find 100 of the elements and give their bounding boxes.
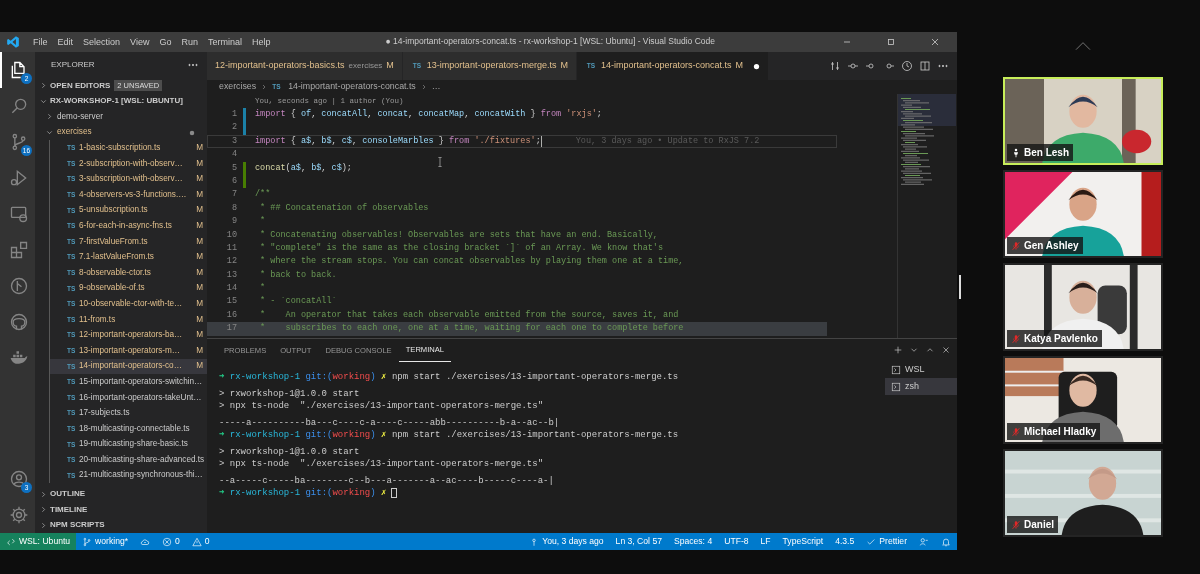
git-status: M [196, 313, 203, 326]
menu-item[interactable]: View [125, 32, 155, 52]
file-name: 11-from.ts [79, 313, 117, 326]
section-header[interactable]: NPM SCRIPTS [50, 519, 105, 532]
status-item[interactable]: TypeScript [776, 533, 830, 550]
code-text: import { a$, b$, c$, consoleMarbles } from './fixtures'; [255, 134, 541, 148]
code-text: * An operator that takes each observable emitted from the source, saves it, and [259, 308, 679, 322]
history-icon[interactable] [901, 60, 913, 72]
status-item[interactable]: Spaces: 4 [667, 533, 719, 550]
code-text: * [259, 282, 266, 296]
file-name: 4-observers-vs-3-functions.… [79, 188, 188, 201]
extensions-icon[interactable] [8, 240, 29, 260]
commit-icon[interactable] [847, 60, 859, 72]
line-number: 3 [230, 134, 238, 148]
close-icon[interactable] [941, 344, 951, 355]
breadcrumb-item[interactable]: exercises [219, 80, 257, 94]
git-status: M [196, 220, 203, 232]
breadcrumb-item[interactable]: … [431, 80, 441, 94]
line-number: 2 [230, 121, 238, 135]
git-status: M [735, 59, 743, 73]
run-debug-icon[interactable] [8, 168, 29, 188]
terminal-item[interactable]: zsh [885, 378, 957, 395]
folder-name[interactable]: exercises [57, 126, 189, 139]
section-header[interactable]: TIMELINE [50, 503, 88, 516]
line-number: 1 [230, 108, 238, 121]
warning-icon [191, 536, 202, 547]
editor-tab[interactable]: 12-important-operators-basics.ts exercises M [207, 52, 403, 80]
status-item[interactable]: 0 [185, 533, 216, 550]
participant-name: Daniel [1024, 518, 1054, 532]
menu-item[interactable]: Run [176, 32, 203, 52]
chevron-right-icon[interactable] [39, 81, 48, 91]
status-item[interactable]: WSL: Ubuntu [0, 533, 77, 550]
section-header[interactable]: RX-WORKSHOP-1 [WSL: UBUNTU] [50, 95, 183, 108]
git-status: M [560, 59, 568, 73]
menu-item[interactable]: File [28, 32, 53, 52]
code-text: * back to back. [259, 268, 337, 282]
terminal-line: > rxworkshop-1@1.0.0 start [219, 446, 361, 458]
resize-handle[interactable] [959, 275, 961, 299]
status-item[interactable]: Prettier [860, 533, 913, 550]
status-item[interactable]: LF [754, 533, 777, 550]
menu-item[interactable]: Terminal [202, 32, 247, 52]
code-text: import { of, concatAll, concat, concatMap, concatWith } from 'rxjs'; [255, 108, 602, 121]
terminal-line: ➜ rx-workshop-1 git:(working) ✗ npm start ./exercises/13-important-operators-merge.ts [219, 371, 680, 383]
code-text: * [259, 215, 266, 229]
file-name: 7.1-lastValueFrom.ts [79, 251, 155, 264]
cloud-sync-icon [140, 536, 151, 547]
code-text: * - `concatAll` [259, 295, 337, 309]
account-icon[interactable] [8, 469, 29, 489]
section-header[interactable]: OUTLINE [50, 488, 86, 500]
participant-name: Ben Lesh [1024, 146, 1069, 160]
line-number: 9 [230, 215, 238, 229]
terminal-item[interactable]: WSL [885, 361, 957, 378]
previous-change-icon[interactable] [865, 60, 877, 72]
status-item[interactable]: Ln 3, Col 57 [609, 533, 668, 550]
chevron-right-icon[interactable] [39, 489, 48, 499]
terminal-line: -----a----------ba---c----c-a----c-----abb----------b-a--ac--b| [219, 417, 561, 429]
file-name: 5-unsubscription.ts [79, 204, 149, 217]
menu-item[interactable]: Go [154, 32, 177, 52]
next-change-icon[interactable] [883, 60, 895, 72]
status-item[interactable]: 4.3.5 [829, 533, 861, 550]
menu-item[interactable]: Selection [78, 32, 126, 52]
remote-explorer-icon[interactable] [8, 204, 29, 224]
settings-icon[interactable] [8, 505, 29, 525]
terminal-icon [891, 381, 901, 392]
breadcrumb-item[interactable]: 14-important-operators-concat.ts [288, 80, 416, 94]
status-item[interactable]: You, 3 days ago [523, 533, 610, 550]
sidebar-title: EXPLORER [51, 59, 95, 71]
window-title: ● 14-important-operators-concat.ts - rx-workshop-1 [WSL: Ubuntu] - Visual Studio Code [385, 36, 715, 47]
participant-name: Katya Pavlenko [1024, 332, 1098, 346]
folder-name[interactable]: demo-server [57, 110, 195, 124]
status-item[interactable]: UTF-8 [718, 533, 755, 550]
split-editor-icon[interactable] [919, 60, 931, 72]
chevron-right-icon[interactable] [39, 505, 48, 515]
mouse-cursor-icon [437, 157, 443, 167]
line-number: 13 [225, 268, 238, 282]
chevron-right-icon[interactable] [39, 520, 48, 530]
git-status: M [196, 142, 203, 154]
git-status: M [196, 360, 203, 373]
menu-item[interactable]: Help [246, 32, 276, 52]
maximize-icon[interactable] [885, 36, 897, 48]
git-graph-icon[interactable] [8, 276, 29, 296]
tab-label: 12-important-operators-basics.ts [215, 59, 345, 73]
status-item[interactable]: 0 [156, 533, 186, 550]
participant-name: Michael Hladky [1024, 425, 1097, 439]
menu-item[interactable]: Edit [52, 32, 79, 52]
tab-description: exercises [348, 60, 383, 72]
section-header[interactable]: OPEN EDITORS [50, 79, 111, 92]
file-name: 1-basic-subscription.ts [79, 142, 162, 154]
status-item[interactable]: working* [76, 533, 135, 550]
close-icon[interactable] [929, 36, 941, 48]
line-number: 6 [230, 174, 238, 188]
git-status: M [196, 344, 203, 357]
line-number: 16 [225, 308, 238, 322]
file-name: 7-firstValueFrom.ts [79, 235, 149, 248]
plus-icon[interactable] [893, 344, 903, 355]
error-icon [162, 536, 173, 547]
compare-icon[interactable] [829, 60, 841, 72]
git-status: M [196, 235, 203, 248]
line-number: 12 [225, 255, 238, 269]
chevron-right-icon[interactable] [45, 112, 54, 122]
